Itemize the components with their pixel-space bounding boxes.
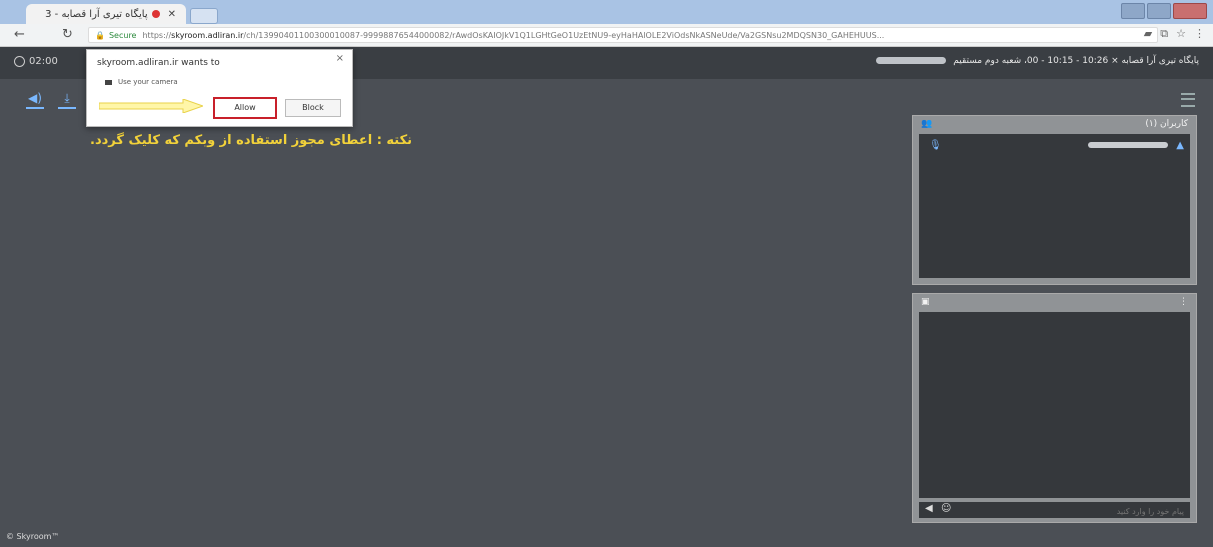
permission-popup: skyroom.adliran.ir wants to × Use your c… xyxy=(86,49,353,127)
session-timer: 02:00 xyxy=(14,56,58,67)
url-path: /ch/13990401100300010087-999988765440000… xyxy=(243,30,885,40)
reload-icon[interactable]: ↻ xyxy=(62,27,73,42)
bookmark-star-icon[interactable]: ☆ xyxy=(1176,27,1186,41)
instruction-note: نکته : اعطای مجوز استفاده از وبکم که کلی… xyxy=(90,133,413,148)
room-title-text: پایگاه تیری آرا قصابه × 10:26 - 10:15 - … xyxy=(953,56,1199,66)
camera-blocked-icon[interactable]: ▰ xyxy=(1144,27,1152,41)
block-button[interactable]: Block xyxy=(285,99,341,117)
pointer-arrow-icon xyxy=(99,99,203,113)
extension-icon[interactable]: ⧉ xyxy=(1160,27,1168,41)
popup-title: skyroom.adliran.ir wants to xyxy=(97,58,220,68)
url-domain: skyroom.adliran.ir xyxy=(171,30,244,40)
redacted-name xyxy=(876,57,947,64)
redacted-username xyxy=(1088,142,1168,148)
minimize-button[interactable] xyxy=(1121,3,1145,19)
chat-input-bar: ◀ ☺ xyxy=(919,502,1190,518)
user-icon: ▲ xyxy=(1176,140,1184,151)
users-list: 🎙 ▲ xyxy=(919,134,1190,278)
hamburger-menu-icon[interactable] xyxy=(1181,93,1195,107)
camera-icon xyxy=(105,79,112,85)
send-icon[interactable]: ◀ xyxy=(925,503,933,514)
tab-close-icon[interactable]: ✕ xyxy=(168,9,176,20)
emoji-icon[interactable]: ☺ xyxy=(941,503,951,514)
url-prefix: https:// xyxy=(142,30,172,40)
allow-button[interactable]: Allow xyxy=(213,97,277,119)
chat-icon: ▣ xyxy=(921,297,930,307)
download-icon[interactable]: ⤓ xyxy=(58,91,76,109)
secure-label: Secure xyxy=(108,30,137,40)
media-toolbar: ◀) ⤓ xyxy=(26,91,76,109)
chat-panel-header: ▣ ⋮ xyxy=(913,294,1196,312)
users-panel-title: کاربران (۱) xyxy=(1145,119,1188,129)
chat-messages xyxy=(919,312,1190,498)
window-close-button[interactable] xyxy=(1173,3,1207,19)
lock-icon: 🔒 xyxy=(95,30,105,40)
url-input[interactable]: 🔒 Secure https:// skyroom.adliran.ir /ch… xyxy=(88,27,1158,43)
timer-value: 02:00 xyxy=(29,56,58,67)
window-controls xyxy=(1121,3,1207,19)
panel-menu-icon[interactable]: ⋮ xyxy=(1179,297,1188,307)
browser-tab[interactable]: پایگاه تیری آرا قصابه - 3 ✕ xyxy=(26,4,186,24)
chat-panel: ▣ ⋮ ◀ ☺ xyxy=(912,293,1197,523)
users-panel-header: 👥 کاربران (۱) xyxy=(913,116,1196,134)
browser-menu-icon[interactable]: ⋮ xyxy=(1194,27,1205,41)
favicon-icon xyxy=(151,10,160,18)
popup-close-icon[interactable]: × xyxy=(336,53,344,64)
maximize-button[interactable] xyxy=(1147,3,1171,19)
browser-titlebar: پایگاه تیری آرا قصابه - 3 ✕ xyxy=(0,0,1213,24)
chat-input[interactable] xyxy=(982,504,1186,518)
speaker-icon[interactable]: ◀) xyxy=(26,91,44,109)
users-panel: 👥 کاربران (۱) 🎙 ▲ xyxy=(912,115,1197,285)
tab-title: پایگاه تیری آرا قصابه - 3 xyxy=(45,8,148,20)
new-tab-button[interactable] xyxy=(190,8,218,24)
footer-brand: © Skyroom™ xyxy=(6,532,60,541)
address-bar-row: ← ↻ 🔒 Secure https:// skyroom.adliran.ir… xyxy=(0,24,1213,47)
microphone-icon: 🎙 xyxy=(929,140,942,151)
permission-text: Use your camera xyxy=(118,78,178,86)
clock-icon xyxy=(14,56,25,67)
room-title: پایگاه تیری آرا قصابه × 10:26 - 10:15 - … xyxy=(872,56,1199,66)
list-item[interactable]: 🎙 ▲ xyxy=(919,140,1190,154)
users-icon: 👥 xyxy=(921,119,933,129)
back-arrow-icon[interactable]: ← xyxy=(14,27,25,42)
permission-request: Use your camera xyxy=(105,78,178,86)
